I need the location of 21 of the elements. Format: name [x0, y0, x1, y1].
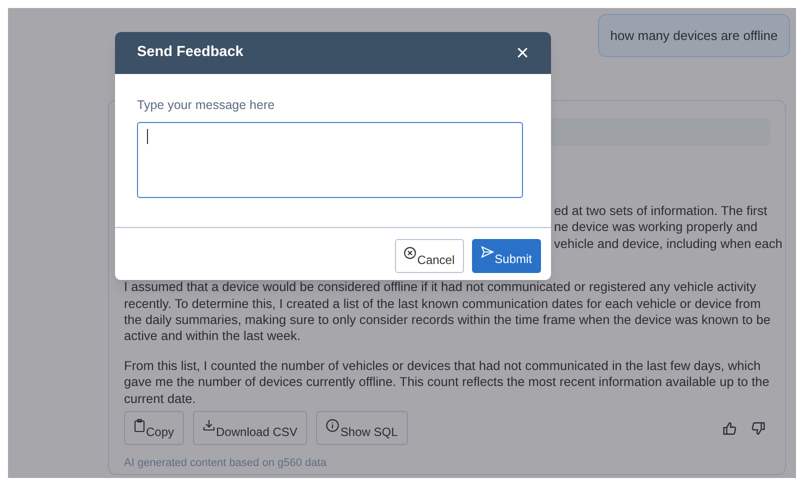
thumbs-down-icon[interactable]: [751, 420, 766, 436]
info-icon: [326, 419, 340, 432]
download-icon: [203, 419, 216, 432]
answer-paragraph: I assumed that a device would be considered offline if it had not communicated or registered any vehicle activity recently. To determine this, I created a list of the last known communication dates for each vehicle or device from the daily summaries, making sure to only consider records within the time frame when the device was known to be active and within the last week.: [124, 279, 771, 345]
answer-paragraph: ed at two sets of information. The first ne device was working properly and vehicle and device, including when each: [554, 203, 782, 252]
message-label: Type your message here: [137, 97, 276, 114]
cancel-button[interactable]: Cancel: [395, 238, 464, 273]
clipboard-icon: [134, 419, 145, 432]
footnote: AI generated content based on g560 data: [124, 456, 328, 472]
copy-button[interactable]: Copy: [124, 411, 184, 446]
download-button[interactable]: Download CSV: [193, 411, 308, 446]
dialog-title: Send Feedback: [137, 43, 244, 62]
answer-paragraph: From this list, I counted the number of vehicles or devices that had not communicated in the last few days, which gave me the number of devices currently offline. This count reflects the most recent information available up to the current date.: [124, 358, 770, 408]
message-field[interactable]: [137, 122, 523, 198]
submit-button[interactable]: Submit: [472, 238, 541, 273]
cancel-icon: [404, 246, 416, 259]
user-message-bubble: how many devices are offline: [598, 14, 790, 57]
show-sql-button[interactable]: Show SQL: [316, 411, 408, 446]
send-icon: [480, 246, 494, 258]
close-button[interactable]: ×: [516, 42, 529, 64]
thumbs-up-icon[interactable]: [722, 420, 737, 436]
